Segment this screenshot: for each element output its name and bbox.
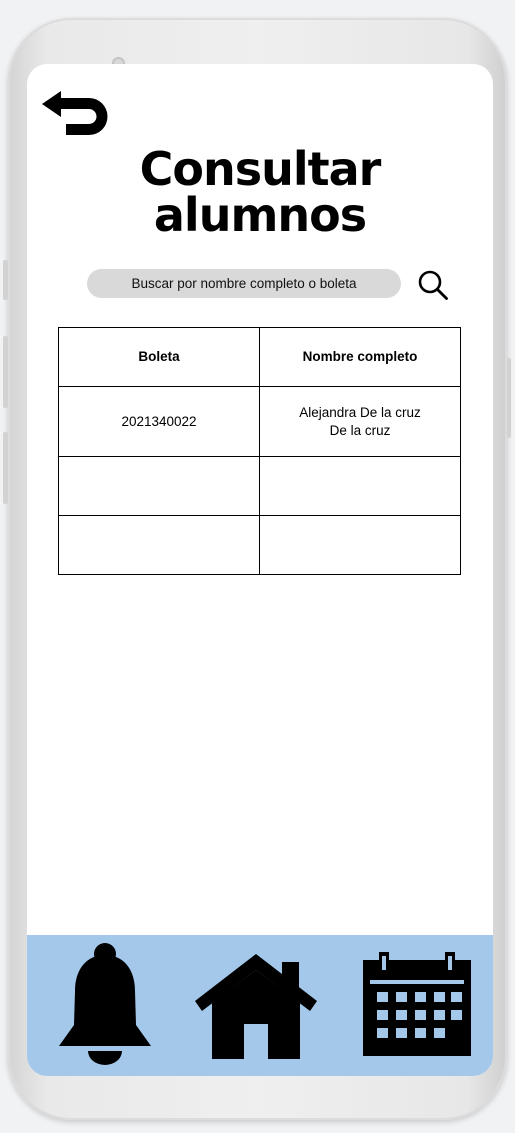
phone-side-button [3,336,8,408]
phone-side-button [3,432,8,504]
column-header-nombre-completo: Nombre completo [259,327,461,387]
bell-icon[interactable] [57,943,153,1067]
back-arrow-icon[interactable] [40,82,108,138]
boleta-cell [58,456,260,516]
nombre-cell: Alejandra De la cruz De la cruz [259,386,461,457]
boleta-cell: 2021340022 [58,386,260,457]
nombre-cell [259,456,461,516]
nombre-cell [259,515,461,575]
page-title-line-2: alumnos [153,188,367,242]
table-header-row: Boleta Nombre completo [58,327,461,387]
table-row[interactable] [58,456,461,516]
table-row[interactable]: 2021340022 Alejandra De la cruz De la cr… [58,386,461,457]
phone-side-button [3,260,8,300]
nombre-line-2: De la cruz [329,422,391,438]
column-header-boleta: Boleta [58,327,260,387]
students-table: Boleta Nombre completo 2021340022 Alejan… [58,327,461,575]
home-icon[interactable] [190,949,322,1061]
table-row[interactable] [58,515,461,575]
calendar-icon[interactable] [363,952,471,1056]
nombre-line-1: Alejandra De la cruz [299,404,421,420]
app-screen: Consultar alumnos Boleta Nombre completo… [27,64,493,1076]
search-icon[interactable] [417,269,449,301]
page-title-line-1: Consultar [139,142,382,196]
page-title: Consultar alumnos [27,146,493,238]
phone-side-button [507,358,511,438]
bottom-navigation-bar [27,935,493,1076]
boleta-cell [58,515,260,575]
search-input[interactable] [87,269,401,298]
